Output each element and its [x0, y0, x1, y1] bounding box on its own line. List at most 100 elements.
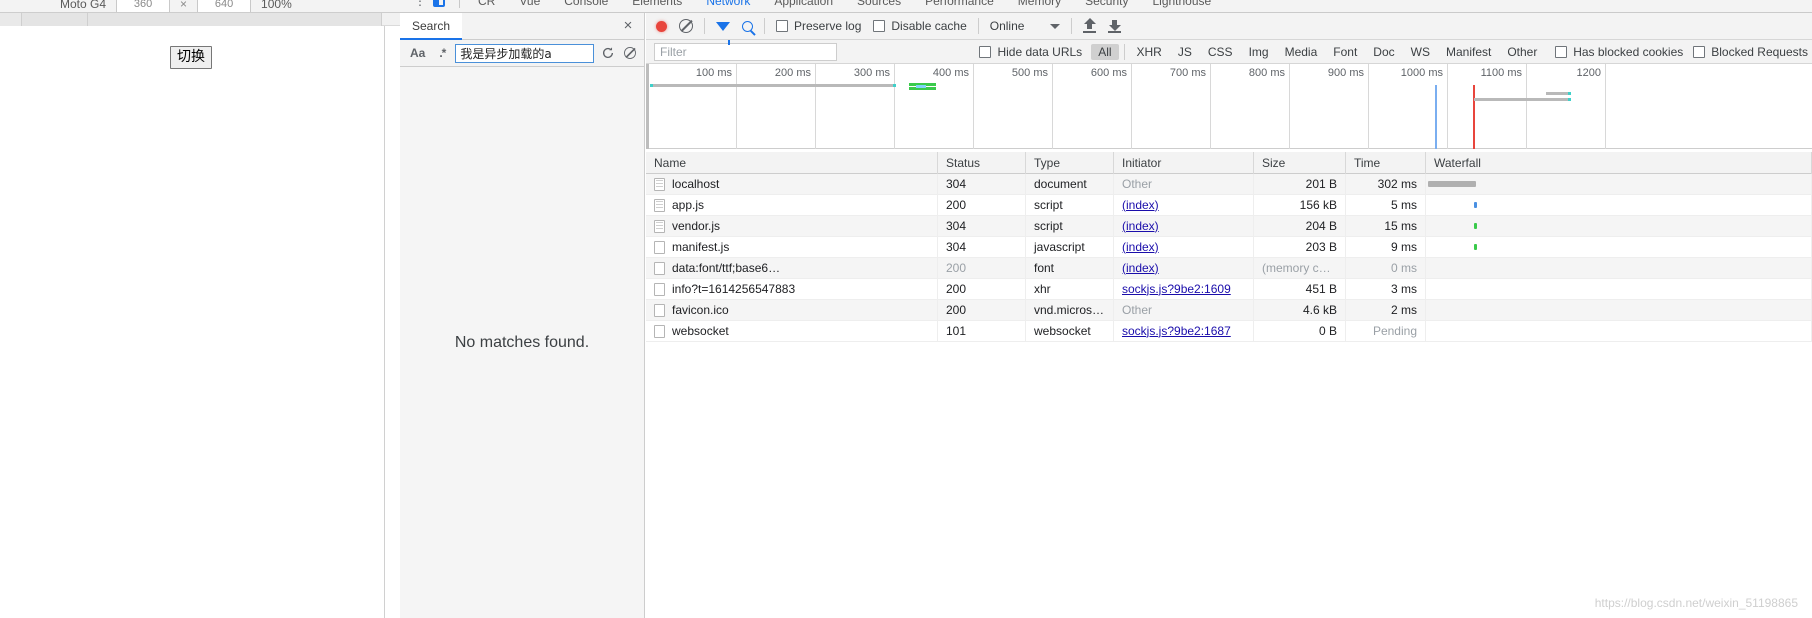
- filter-button[interactable]: [710, 13, 736, 45]
- overview-tick: 200 ms: [737, 64, 816, 149]
- blocked-requests-checkbox[interactable]: Blocked Requests: [1693, 45, 1808, 59]
- cell-size: 203 B: [1254, 236, 1346, 258]
- type-chip-css[interactable]: CSS: [1201, 44, 1240, 60]
- table-row[interactable]: localhost 304 document Other 201 B 302 ms: [646, 173, 1812, 195]
- network-toolbar: Preserve log Disable cache Online: [646, 13, 1812, 45]
- page-horizontal-scrollbar[interactable]: [0, 13, 400, 26]
- tab-network[interactable]: Network: [694, 0, 762, 12]
- column-header-type[interactable]: Type: [1026, 151, 1114, 174]
- tab-console[interactable]: Console: [552, 0, 620, 12]
- scrollbar-thumb[interactable]: [0, 13, 22, 26]
- type-chip-font[interactable]: Font: [1326, 44, 1364, 60]
- page-gutter: [386, 26, 400, 618]
- column-header-initiator[interactable]: Initiator: [1114, 151, 1254, 174]
- tab-sources[interactable]: Sources: [845, 0, 913, 12]
- initiator-link[interactable]: (index): [1122, 261, 1159, 275]
- cell-waterfall: [1426, 194, 1812, 216]
- table-row[interactable]: websocket 101 websocket sockjs.js?9be2:1687…: [646, 320, 1812, 342]
- devtools-tab-strip[interactable]: ⋮ CR Vue Console Elements Network Applic…: [400, 0, 1812, 13]
- table-row[interactable]: info?t=1614256547883 200 xhr sockjs.js?9be2…: [646, 278, 1812, 300]
- type-chip-js[interactable]: JS: [1171, 44, 1199, 60]
- type-chip-ws[interactable]: WS: [1404, 44, 1437, 60]
- dock-side-icon[interactable]: ⋮: [400, 0, 453, 8]
- cell-status: 200: [938, 194, 1026, 216]
- record-button[interactable]: [650, 13, 673, 40]
- throttling-select[interactable]: Online: [984, 13, 1067, 40]
- file-icon: [654, 198, 665, 212]
- device-height-input[interactable]: 640: [197, 0, 252, 12]
- tab-application[interactable]: Application: [762, 0, 845, 12]
- table-row[interactable]: favicon.ico 200 vnd.microsoft… Other 4.6 kB 2…: [646, 299, 1812, 321]
- close-icon[interactable]: ×: [620, 18, 636, 34]
- dom-content-loaded-marker: [1435, 85, 1437, 149]
- type-chip-other[interactable]: Other: [1500, 44, 1544, 60]
- initiator-link[interactable]: (index): [1122, 219, 1159, 233]
- column-header-name[interactable]: Name: [646, 151, 938, 174]
- type-chip-media[interactable]: Media: [1278, 44, 1325, 60]
- initiator-link[interactable]: sockjs.js?9be2:1609: [1122, 282, 1231, 296]
- table-row[interactable]: app.js 200 script (index) 156 kB 5 ms: [646, 194, 1812, 216]
- hide-data-urls-checkbox[interactable]: Hide data URLs: [979, 45, 1082, 59]
- switch-button[interactable]: 切换: [170, 46, 212, 69]
- type-chip-xhr[interactable]: XHR: [1130, 44, 1169, 60]
- file-icon: [654, 324, 665, 338]
- checkbox-icon: [979, 45, 992, 58]
- column-header-time[interactable]: Time: [1346, 151, 1426, 174]
- type-chip-doc[interactable]: Doc: [1366, 44, 1401, 60]
- filter-input[interactable]: Filter: [654, 42, 837, 61]
- table-row[interactable]: data:font/ttf;base6… 200 font (index) (memor…: [646, 257, 1812, 279]
- tab-cr[interactable]: CR: [466, 0, 507, 12]
- cell-waterfall: [1426, 278, 1812, 300]
- type-chip-manifest[interactable]: Manifest: [1439, 44, 1498, 60]
- device-emulation-toolbar[interactable]: Moto G4 360 × 640 100%: [0, 0, 400, 13]
- tab-search[interactable]: Search: [400, 12, 463, 40]
- table-body: localhost 304 document Other 201 B 302 ms app.…: [646, 173, 1812, 342]
- device-zoom-select[interactable]: 100%: [261, 0, 292, 11]
- regex-toggle[interactable]: .*: [435, 45, 449, 61]
- filter-icon: [716, 21, 730, 45]
- request-name: data:font/ttf;base6…: [672, 260, 781, 275]
- match-case-toggle[interactable]: Aa: [406, 45, 429, 61]
- table-row[interactable]: vendor.js 304 script (index) 204 B 15 ms: [646, 215, 1812, 237]
- overview-request-end-dot: [1568, 92, 1571, 95]
- tab-vue[interactable]: Vue: [507, 0, 552, 12]
- initiator-link[interactable]: sockjs.js?9be2:1687: [1122, 324, 1231, 338]
- preserve-log-checkbox[interactable]: Preserve log: [770, 13, 867, 40]
- export-har-button[interactable]: [1102, 13, 1127, 40]
- tab-memory[interactable]: Memory: [1006, 0, 1073, 12]
- toolbar-separator: [1123, 43, 1125, 60]
- initiator-link[interactable]: (index): [1122, 198, 1159, 212]
- cell-size: 0 B: [1254, 320, 1346, 342]
- search-button[interactable]: [736, 13, 759, 40]
- type-chip-all[interactable]: All: [1091, 43, 1119, 60]
- device-name-select[interactable]: Moto G4: [60, 0, 106, 11]
- refresh-icon[interactable]: [600, 45, 616, 61]
- tab-security[interactable]: Security: [1073, 0, 1140, 12]
- import-har-button[interactable]: [1077, 13, 1102, 40]
- column-header-size[interactable]: Size: [1254, 151, 1346, 174]
- column-header-status[interactable]: Status: [938, 151, 1026, 174]
- type-chip-img[interactable]: Img: [1242, 44, 1276, 60]
- column-header-waterfall[interactable]: Waterfall: [1426, 151, 1812, 174]
- device-width-input[interactable]: 360: [116, 0, 171, 12]
- clear-icon[interactable]: [622, 45, 638, 61]
- toolbar-separator: [1071, 18, 1073, 34]
- initiator-link[interactable]: (index): [1122, 240, 1159, 254]
- has-blocked-cookies-checkbox[interactable]: Has blocked cookies: [1555, 45, 1683, 59]
- clear-button[interactable]: [673, 13, 699, 40]
- tab-lighthouse[interactable]: Lighthouse: [1140, 0, 1223, 12]
- device-toggle-icon[interactable]: ⋮: [414, 0, 426, 8]
- request-name: app.js: [672, 197, 705, 212]
- tab-elements[interactable]: Elements: [620, 0, 694, 12]
- table-row[interactable]: manifest.js 304 javascript (index) 203 B9 ms: [646, 236, 1812, 258]
- disable-cache-checkbox[interactable]: Disable cache: [867, 13, 972, 40]
- scrollbar-segment: [22, 13, 88, 26]
- search-input[interactable]: 我是异步加载的a: [455, 43, 594, 63]
- cell-name: favicon.ico: [646, 299, 938, 321]
- network-overview-timeline[interactable]: 100 ms 200 ms 300 ms 400 ms 500 ms 600 m…: [646, 64, 1812, 149]
- tab-performance[interactable]: Performance: [913, 0, 1006, 12]
- initiator-text: Other: [1122, 176, 1153, 191]
- dock-left-icon[interactable]: [433, 0, 445, 7]
- file-icon: [654, 219, 665, 233]
- overview-tick-label: 1100 ms: [1480, 67, 1522, 79]
